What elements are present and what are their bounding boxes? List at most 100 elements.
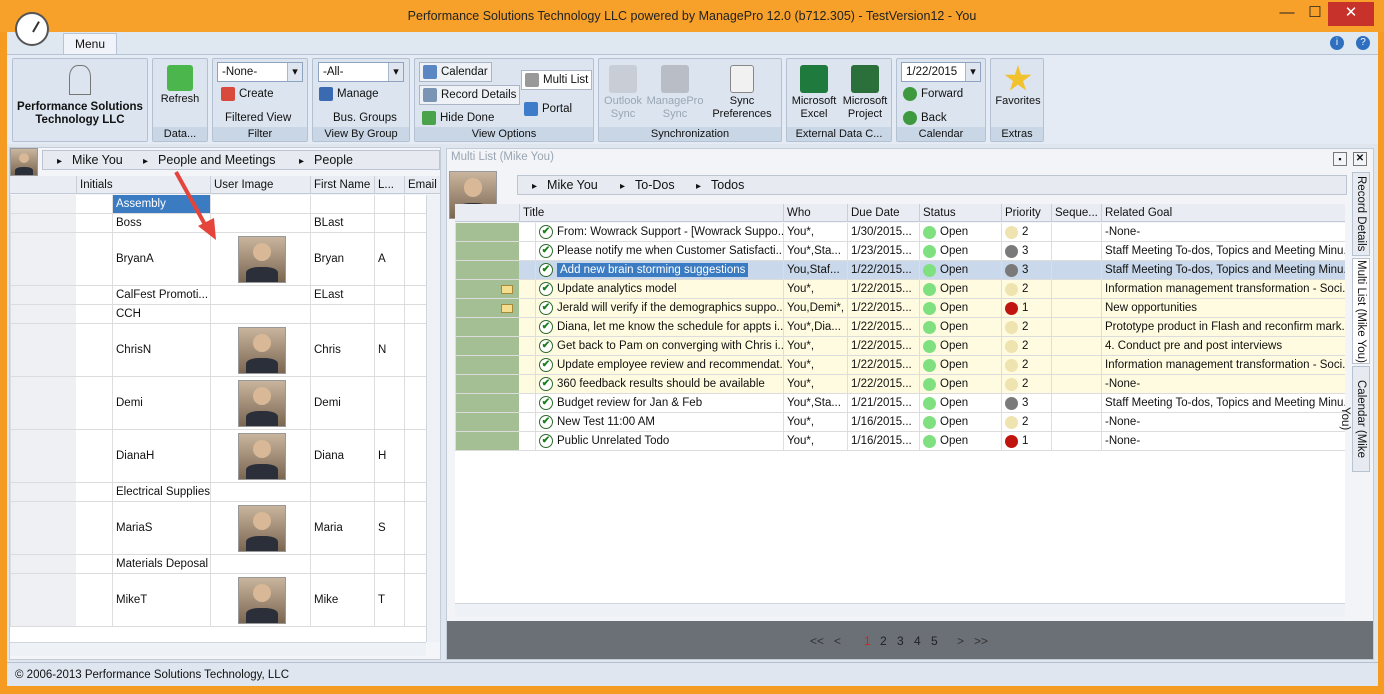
priority-cell[interactable]: 2 — [1001, 337, 1051, 355]
sequence-cell[interactable] — [1051, 280, 1101, 298]
priority-cell[interactable]: 3 — [1001, 242, 1051, 260]
column-header[interactable]: Seque... — [1051, 204, 1101, 222]
initials-cell[interactable]: CalFest Promoti... — [112, 286, 210, 304]
due-cell[interactable]: 1/22/2015... — [847, 318, 919, 336]
who-cell[interactable]: You*, — [783, 432, 847, 450]
who-cell[interactable]: You,Staf... — [783, 261, 847, 279]
due-cell[interactable]: 1/21/2015... — [847, 394, 919, 412]
email-cell[interactable] — [404, 483, 426, 501]
column-header[interactable]: Who — [783, 204, 847, 222]
who-cell[interactable]: You*, — [783, 223, 847, 241]
todo-check-icon[interactable]: ✔ — [539, 282, 553, 296]
breadcrumb-item[interactable]: Todos — [696, 176, 744, 196]
initials-cell[interactable]: Materials Deposal — [112, 555, 210, 573]
column-header[interactable]: Priority — [1001, 204, 1051, 222]
first-name-cell[interactable] — [310, 195, 374, 213]
table-row[interactable]: DianaH Diana H — [10, 430, 426, 483]
initials-cell[interactable]: MikeT — [112, 574, 210, 626]
horizontal-scrollbar[interactable] — [10, 642, 426, 656]
last-initial-cell[interactable]: H — [374, 430, 404, 482]
email-cell[interactable] — [404, 233, 426, 285]
initials-cell[interactable]: DianaH — [112, 430, 210, 482]
managepro-sync-button[interactable]: ManagePro Sync — [645, 65, 705, 121]
priority-cell[interactable]: 2 — [1001, 375, 1051, 393]
table-row[interactable]: ✔ Budget review for Jan & Feb You*,Sta... 1… — [455, 394, 1345, 413]
first-name-cell[interactable] — [310, 555, 374, 573]
column-header[interactable]: Due Date — [847, 204, 919, 222]
favorites-button[interactable]: Favorites — [993, 65, 1043, 108]
due-cell[interactable]: 1/30/2015... — [847, 223, 919, 241]
manage-button[interactable]: Manage — [319, 85, 379, 103]
due-cell[interactable]: 1/16/2015... — [847, 413, 919, 431]
sequence-cell[interactable] — [1051, 375, 1101, 393]
column-header[interactable]: L... — [374, 176, 404, 194]
tab-menu[interactable]: Menu — [63, 33, 117, 55]
priority-cell[interactable]: 1 — [1001, 432, 1051, 450]
who-cell[interactable]: You,Demi*, — [783, 299, 847, 317]
last-initial-cell[interactable] — [374, 377, 404, 429]
table-row[interactable]: Demi Demi — [10, 377, 426, 430]
status-cell[interactable]: Open — [919, 337, 1001, 355]
priority-cell[interactable]: 2 — [1001, 356, 1051, 374]
table-row[interactable]: CalFest Promoti... ELast — [10, 286, 426, 305]
minimize-button[interactable]: — — [1272, 2, 1302, 26]
email-cell[interactable] — [404, 502, 426, 554]
related-goal-cell[interactable]: -None- — [1101, 413, 1345, 431]
todo-check-icon[interactable]: ✔ — [539, 301, 553, 315]
title-cell[interactable]: ✔ Update analytics model — [535, 280, 783, 298]
pager-page[interactable]: 5 — [931, 634, 938, 648]
table-row[interactable]: ✔ Diana, let me know the schedule for app… — [455, 318, 1345, 337]
initials-cell[interactable]: CCH — [112, 305, 210, 323]
column-header[interactable]: Status — [919, 204, 1001, 222]
table-row[interactable]: ✔ Update employee review and recommendat.… — [455, 356, 1345, 375]
column-header[interactable]: User Image — [210, 176, 310, 194]
title-cell[interactable]: ✔ 360 feedback results should be availabl… — [535, 375, 783, 393]
initials-cell[interactable]: Demi — [112, 377, 210, 429]
status-cell[interactable]: Open — [919, 432, 1001, 450]
first-name-cell[interactable]: Demi — [310, 377, 374, 429]
due-cell[interactable]: 1/22/2015... — [847, 356, 919, 374]
table-row[interactable]: ✔ New Test 11:00 AM You*, 1/16/2015... Open 2… — [455, 413, 1345, 432]
related-goal-cell[interactable]: Prototype product in Flash and reconfirm… — [1101, 318, 1345, 336]
breadcrumb-item[interactable]: Mike You — [57, 151, 123, 171]
initials-cell[interactable]: MariaS — [112, 502, 210, 554]
column-header[interactable]: Email — [404, 176, 440, 194]
email-cell[interactable] — [404, 195, 426, 213]
related-goal-cell[interactable]: -None- — [1101, 223, 1345, 241]
priority-cell[interactable]: 1 — [1001, 299, 1051, 317]
sync-preferences-button[interactable]: Sync Preferences — [705, 65, 779, 121]
first-name-cell[interactable]: Bryan — [310, 233, 374, 285]
first-name-cell[interactable]: BLast — [310, 214, 374, 232]
title-cell[interactable]: ✔ Update employee review and recommendat.… — [535, 356, 783, 374]
bus-groups-button[interactable]: Bus. Groups — [333, 109, 397, 127]
close-panel-icon[interactable]: ✕ — [1353, 152, 1367, 166]
back-button[interactable]: Back — [903, 109, 947, 127]
breadcrumb-item[interactable]: Mike You — [532, 176, 598, 196]
title-cell[interactable]: ✔ Get back to Pam on converging with Chri… — [535, 337, 783, 355]
status-cell[interactable]: Open — [919, 223, 1001, 241]
pager-page[interactable]: 4 — [914, 634, 921, 648]
portal-button[interactable]: Portal — [521, 100, 575, 118]
pin-icon[interactable]: ▪ — [1333, 152, 1347, 166]
todo-check-icon[interactable]: ✔ — [539, 339, 553, 353]
title-cell[interactable]: ✔ From: Wowrack Support - [Wowrack Suppo.… — [535, 223, 783, 241]
pager-page[interactable]: 2 — [880, 634, 887, 648]
table-row[interactable]: ✔ Please notify me when Customer Satisfac… — [455, 242, 1345, 261]
initials-cell[interactable]: ChrisN — [112, 324, 210, 376]
sequence-cell[interactable] — [1051, 299, 1101, 317]
last-initial-cell[interactable] — [374, 305, 404, 323]
first-name-cell[interactable] — [310, 305, 374, 323]
last-initial-cell[interactable] — [374, 555, 404, 573]
who-cell[interactable]: You*,Sta... — [783, 242, 847, 260]
priority-cell[interactable]: 3 — [1001, 394, 1051, 412]
first-name-cell[interactable]: Maria — [310, 502, 374, 554]
table-row[interactable]: ✔ Jerald will verify if the demographics … — [455, 299, 1345, 318]
pager-prev[interactable]: < — [834, 634, 841, 648]
related-goal-cell[interactable]: New opportunities — [1101, 299, 1345, 317]
title-cell[interactable]: ✔ Please notify me when Customer Satisfac… — [535, 242, 783, 260]
initials-cell[interactable]: Electrical Supplies — [112, 483, 210, 501]
calendar-button[interactable]: Calendar — [419, 62, 492, 82]
due-cell[interactable]: 1/22/2015... — [847, 375, 919, 393]
related-goal-cell[interactable]: Staff Meeting To-dos, Topics and Meeting… — [1101, 394, 1345, 412]
column-header[interactable]: First Name — [310, 176, 374, 194]
